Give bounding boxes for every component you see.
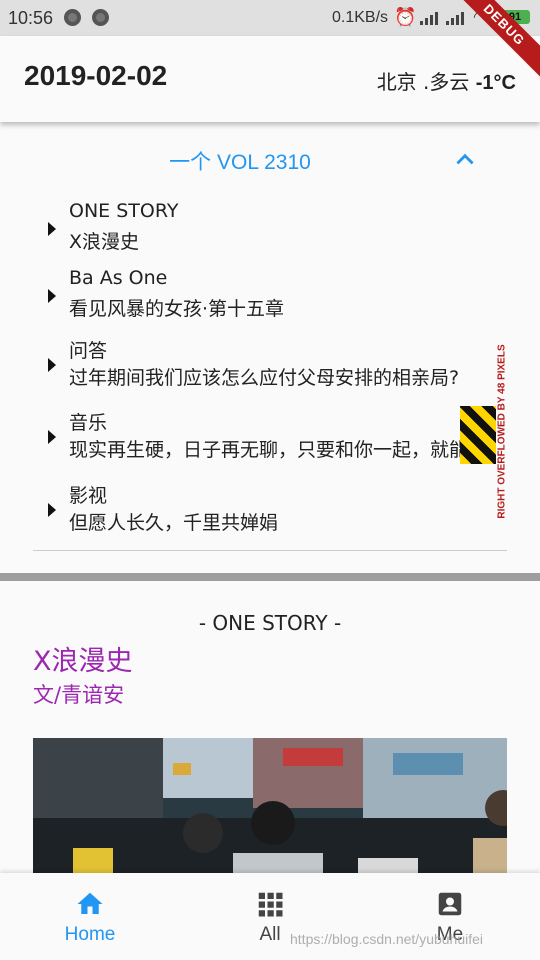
menu-item-title: 现实再生硬，日子再无聊，只要和你一起，就能 [69, 439, 469, 461]
status-bar: 10:56 0.1KB/s ⏰ ◠ 91 [0, 0, 540, 36]
story-title[interactable]: X浪漫史 [33, 639, 133, 678]
account-box-icon [438, 892, 462, 916]
story-section-label: - ONE STORY - [198, 611, 342, 635]
overflow-warning-text: RIGHT OVERFLOWED BY 48 PIXELS [496, 344, 508, 519]
divider [33, 550, 507, 551]
notification-icon [92, 9, 109, 26]
menu-item-title: 看见风暴的女孩·第十五章 [69, 298, 285, 320]
play-arrow-icon [48, 430, 56, 444]
home-icon [77, 892, 103, 914]
status-time: 10:56 [8, 8, 54, 28]
watermark-text: https://blog.csdn.net/yubuhuifei [290, 931, 484, 947]
weather-info: 北京 .多云 -1°C [377, 66, 516, 95]
story-card[interactable]: - ONE STORY - X浪漫史 文/青谙安 [0, 581, 540, 873]
nav-home[interactable]: Home [30, 873, 150, 960]
signal-icon [420, 11, 438, 25]
overflow-indicator [460, 406, 496, 464]
vol-number: VOL 2310 [217, 151, 311, 174]
menu-item-category: 音乐 [69, 412, 108, 434]
menu-item-title: 过年期间我们应该怎么应付父母安排的相亲局? [69, 367, 460, 389]
notification-icon [64, 9, 81, 26]
menu-item-title: 但愿人长久，千里共婵娟 [69, 512, 279, 534]
vol-prefix: 一个 [169, 151, 218, 174]
network-speed: 0.1KB/s [332, 9, 389, 26]
menu-item-category: Ba As One [69, 267, 168, 289]
play-arrow-icon [48, 222, 56, 236]
page-title-date: 2019-02-02 [24, 60, 168, 91]
menu-item-music[interactable]: 音乐 现实再生硬，日子再无聊，只要和你一起，就能 [44, 408, 496, 470]
menu-item-one-story[interactable]: ONE STORY X浪漫史 [44, 200, 504, 262]
section-divider [0, 573, 540, 581]
story-author: 文/青谙安 [33, 683, 125, 707]
play-arrow-icon [48, 503, 56, 517]
grid-icon [258, 892, 283, 917]
menu-item-serial[interactable]: Ba As One 看见风暴的女孩·第十五章 [44, 267, 504, 329]
nav-home-label: Home [64, 924, 116, 945]
menu-item-category: 影视 [69, 485, 108, 507]
weather-temp: -1°C [475, 72, 516, 94]
story-cover-image[interactable] [33, 738, 507, 873]
chevron-up-icon[interactable] [452, 146, 478, 172]
play-arrow-icon [48, 358, 56, 372]
menu-item-category: ONE STORY [69, 200, 179, 222]
signal-icon [446, 11, 464, 25]
menu-item-movie[interactable]: 影视 但愿人长久，千里共婵娟 [44, 481, 504, 543]
weather-place: 北京 .多云 [376, 70, 476, 94]
menu-item-title: X浪漫史 [69, 231, 140, 253]
vol-title[interactable]: 一个 VOL 2310 [0, 146, 480, 176]
app-bar: 2019-02-02 北京 .多云 -1°C [0, 36, 540, 122]
alarm-icon: ⏰ [394, 7, 417, 27]
play-arrow-icon [48, 289, 56, 303]
menu-item-qa[interactable]: 问答 过年期间我们应该怎么应付父母安排的相亲局? [44, 336, 496, 398]
menu-item-category: 问答 [69, 340, 108, 362]
vol-menu-panel: 一个 VOL 2310 ONE STORY X浪漫史 Ba As One 看见风… [0, 126, 540, 576]
